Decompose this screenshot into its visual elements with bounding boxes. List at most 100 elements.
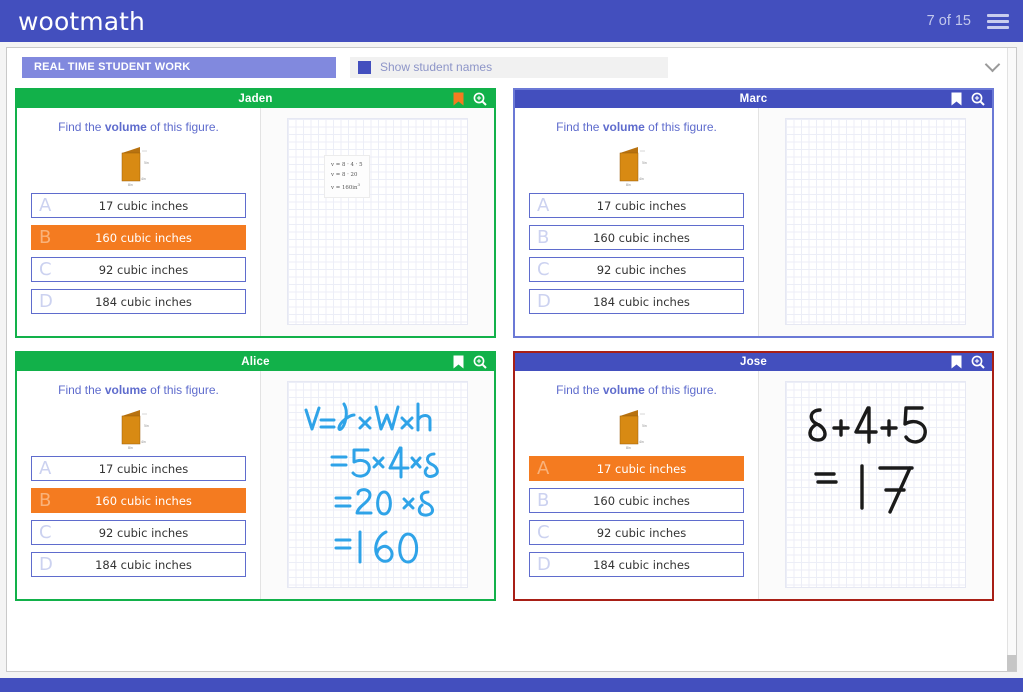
answer-option[interactable]: B 160 cubic inches bbox=[529, 488, 744, 513]
figure-rectangular-prism-icon: 5in 8in 4in bbox=[27, 143, 250, 187]
scrollbar-thumb[interactable] bbox=[1007, 655, 1016, 671]
svg-text:4in: 4in bbox=[639, 440, 644, 444]
student-name: Alice bbox=[241, 356, 270, 368]
option-letter: B bbox=[39, 489, 52, 511]
answer-option[interactable]: D 184 cubic inches bbox=[31, 289, 246, 314]
option-letter: D bbox=[537, 290, 551, 312]
option-label: 92 cubic inches bbox=[98, 262, 189, 277]
grid-paper[interactable] bbox=[785, 118, 966, 325]
option-label: 17 cubic inches bbox=[98, 198, 189, 213]
scratch-work-pane[interactable] bbox=[758, 108, 992, 336]
option-letter: D bbox=[537, 553, 551, 575]
bookmark-icon[interactable] bbox=[951, 355, 962, 369]
app-logo: wootmath bbox=[18, 6, 145, 36]
question-prompt: Find the volume of this figure. bbox=[58, 120, 219, 134]
question-prompt: Find the volume of this figure. bbox=[58, 383, 219, 397]
page-counter: 7 of 15 bbox=[926, 13, 971, 29]
option-label: 17 cubic inches bbox=[596, 461, 687, 476]
scratch-work-pane[interactable] bbox=[758, 371, 992, 599]
hamburger-icon[interactable] bbox=[987, 13, 1009, 29]
answer-option[interactable]: C 92 cubic inches bbox=[31, 520, 246, 545]
svg-text:8in: 8in bbox=[626, 446, 631, 450]
answer-option[interactable]: B 160 cubic inches bbox=[31, 225, 246, 250]
option-letter: C bbox=[537, 521, 550, 543]
student-card-body: Find the volume of this figure. 5in 8in 4in… bbox=[17, 108, 494, 336]
vertical-scrollbar[interactable] bbox=[1007, 48, 1016, 671]
option-letter: C bbox=[537, 258, 550, 280]
option-label: 184 cubic inches bbox=[95, 294, 192, 309]
option-letter: A bbox=[39, 457, 52, 479]
option-label: 17 cubic inches bbox=[98, 461, 189, 476]
answer-option[interactable]: D 184 cubic inches bbox=[529, 289, 744, 314]
option-letter: B bbox=[39, 226, 52, 248]
answer-options: A 17 cubic inches B 160 cubic inches C 92 cub… bbox=[525, 193, 748, 314]
chevron-down-icon bbox=[984, 56, 1001, 73]
tab-real-time-student-work[interactable]: REAL TIME STUDENT WORK bbox=[22, 56, 336, 78]
answer-option[interactable]: B 160 cubic inches bbox=[529, 225, 744, 250]
student-card-header: Alice bbox=[17, 353, 494, 371]
hamburger-bar bbox=[987, 25, 1009, 29]
zoom-in-icon[interactable] bbox=[971, 355, 985, 369]
card-header-icons bbox=[453, 90, 487, 108]
checkbox-icon[interactable] bbox=[358, 60, 371, 74]
card-header-icons bbox=[951, 353, 985, 371]
svg-text:8in: 8in bbox=[626, 183, 631, 187]
grid-paper[interactable] bbox=[785, 381, 966, 588]
option-letter: A bbox=[537, 457, 550, 479]
svg-text:5in: 5in bbox=[642, 161, 647, 165]
answer-option[interactable]: A 17 cubic inches bbox=[31, 456, 246, 481]
question-prompt: Find the volume of this figure. bbox=[556, 120, 717, 134]
answer-option[interactable]: C 92 cubic inches bbox=[529, 520, 744, 545]
scratch-work-pane[interactable] bbox=[260, 371, 494, 599]
answer-option[interactable]: D 184 cubic inches bbox=[529, 552, 744, 577]
collapse-panel-button[interactable] bbox=[984, 56, 1001, 73]
bookmark-icon[interactable] bbox=[951, 92, 962, 106]
bookmark-icon[interactable] bbox=[453, 92, 464, 106]
answer-option[interactable]: A 17 cubic inches bbox=[31, 193, 246, 218]
answer-option[interactable]: D 184 cubic inches bbox=[31, 552, 246, 577]
question-pane: Find the volume of this figure. 5in 8in 4in… bbox=[515, 371, 758, 599]
question-prompt: Find the volume of this figure. bbox=[556, 383, 717, 397]
svg-text:5in: 5in bbox=[144, 424, 149, 428]
card-header-icons bbox=[453, 353, 487, 371]
option-label: 160 cubic inches bbox=[95, 493, 192, 508]
student-card[interactable]: Jaden Find the volume of this figure. 5in 8… bbox=[15, 88, 496, 338]
option-label: 17 cubic inches bbox=[596, 198, 687, 213]
grid-paper[interactable] bbox=[287, 381, 468, 588]
zoom-in-icon[interactable] bbox=[971, 92, 985, 106]
student-card-body: Find the volume of this figure. 5in 8in 4in… bbox=[515, 108, 992, 336]
hamburger-bar bbox=[987, 19, 1009, 23]
svg-text:5in: 5in bbox=[144, 161, 149, 165]
svg-text:4in: 4in bbox=[639, 177, 644, 181]
student-card[interactable]: Jose Find the volume of this figure. 5in 8i… bbox=[513, 351, 994, 601]
student-name: Jaden bbox=[238, 93, 273, 105]
hamburger-bar bbox=[987, 13, 1009, 17]
grid-paper[interactable]: v = 8 · 4 · 5v = 8 · 20 v = 160in3 bbox=[287, 118, 468, 325]
student-name: Jose bbox=[739, 356, 767, 368]
answer-option[interactable]: C 92 cubic inches bbox=[31, 257, 246, 282]
student-card[interactable]: Alice Find the volume of this figure. 5in 8… bbox=[15, 351, 496, 601]
answer-option[interactable]: A 17 cubic inches bbox=[529, 456, 744, 481]
question-pane: Find the volume of this figure. 5in 8in 4in… bbox=[17, 371, 260, 599]
student-card-header: Jose bbox=[515, 353, 992, 371]
answer-option[interactable]: C 92 cubic inches bbox=[529, 257, 744, 282]
bookmark-icon[interactable] bbox=[453, 355, 464, 369]
answer-options: A 17 cubic inches B 160 cubic inches C 92 cub… bbox=[27, 456, 250, 577]
footer-bar bbox=[0, 678, 1023, 692]
scratch-work-pane[interactable]: v = 8 · 4 · 5v = 8 · 20 v = 160in3 bbox=[260, 108, 494, 336]
student-card[interactable]: Marc Find the volume of this figure. 5in 8i… bbox=[513, 88, 994, 338]
option-letter: C bbox=[39, 258, 52, 280]
show-student-names-toggle[interactable]: Show student names bbox=[350, 56, 668, 78]
card-header-icons bbox=[951, 90, 985, 108]
answer-option[interactable]: B 160 cubic inches bbox=[31, 488, 246, 513]
answer-option[interactable]: A 17 cubic inches bbox=[529, 193, 744, 218]
option-letter: B bbox=[537, 226, 550, 248]
option-letter: A bbox=[537, 194, 550, 216]
student-name: Marc bbox=[739, 93, 768, 105]
zoom-in-icon[interactable] bbox=[473, 355, 487, 369]
panel-inner: REAL TIME STUDENT WORK Show student name… bbox=[6, 47, 1017, 672]
toolbar: REAL TIME STUDENT WORK Show student name… bbox=[7, 48, 1016, 86]
option-label: 92 cubic inches bbox=[596, 525, 687, 540]
zoom-in-icon[interactable] bbox=[473, 92, 487, 106]
option-label: 184 cubic inches bbox=[593, 294, 690, 309]
